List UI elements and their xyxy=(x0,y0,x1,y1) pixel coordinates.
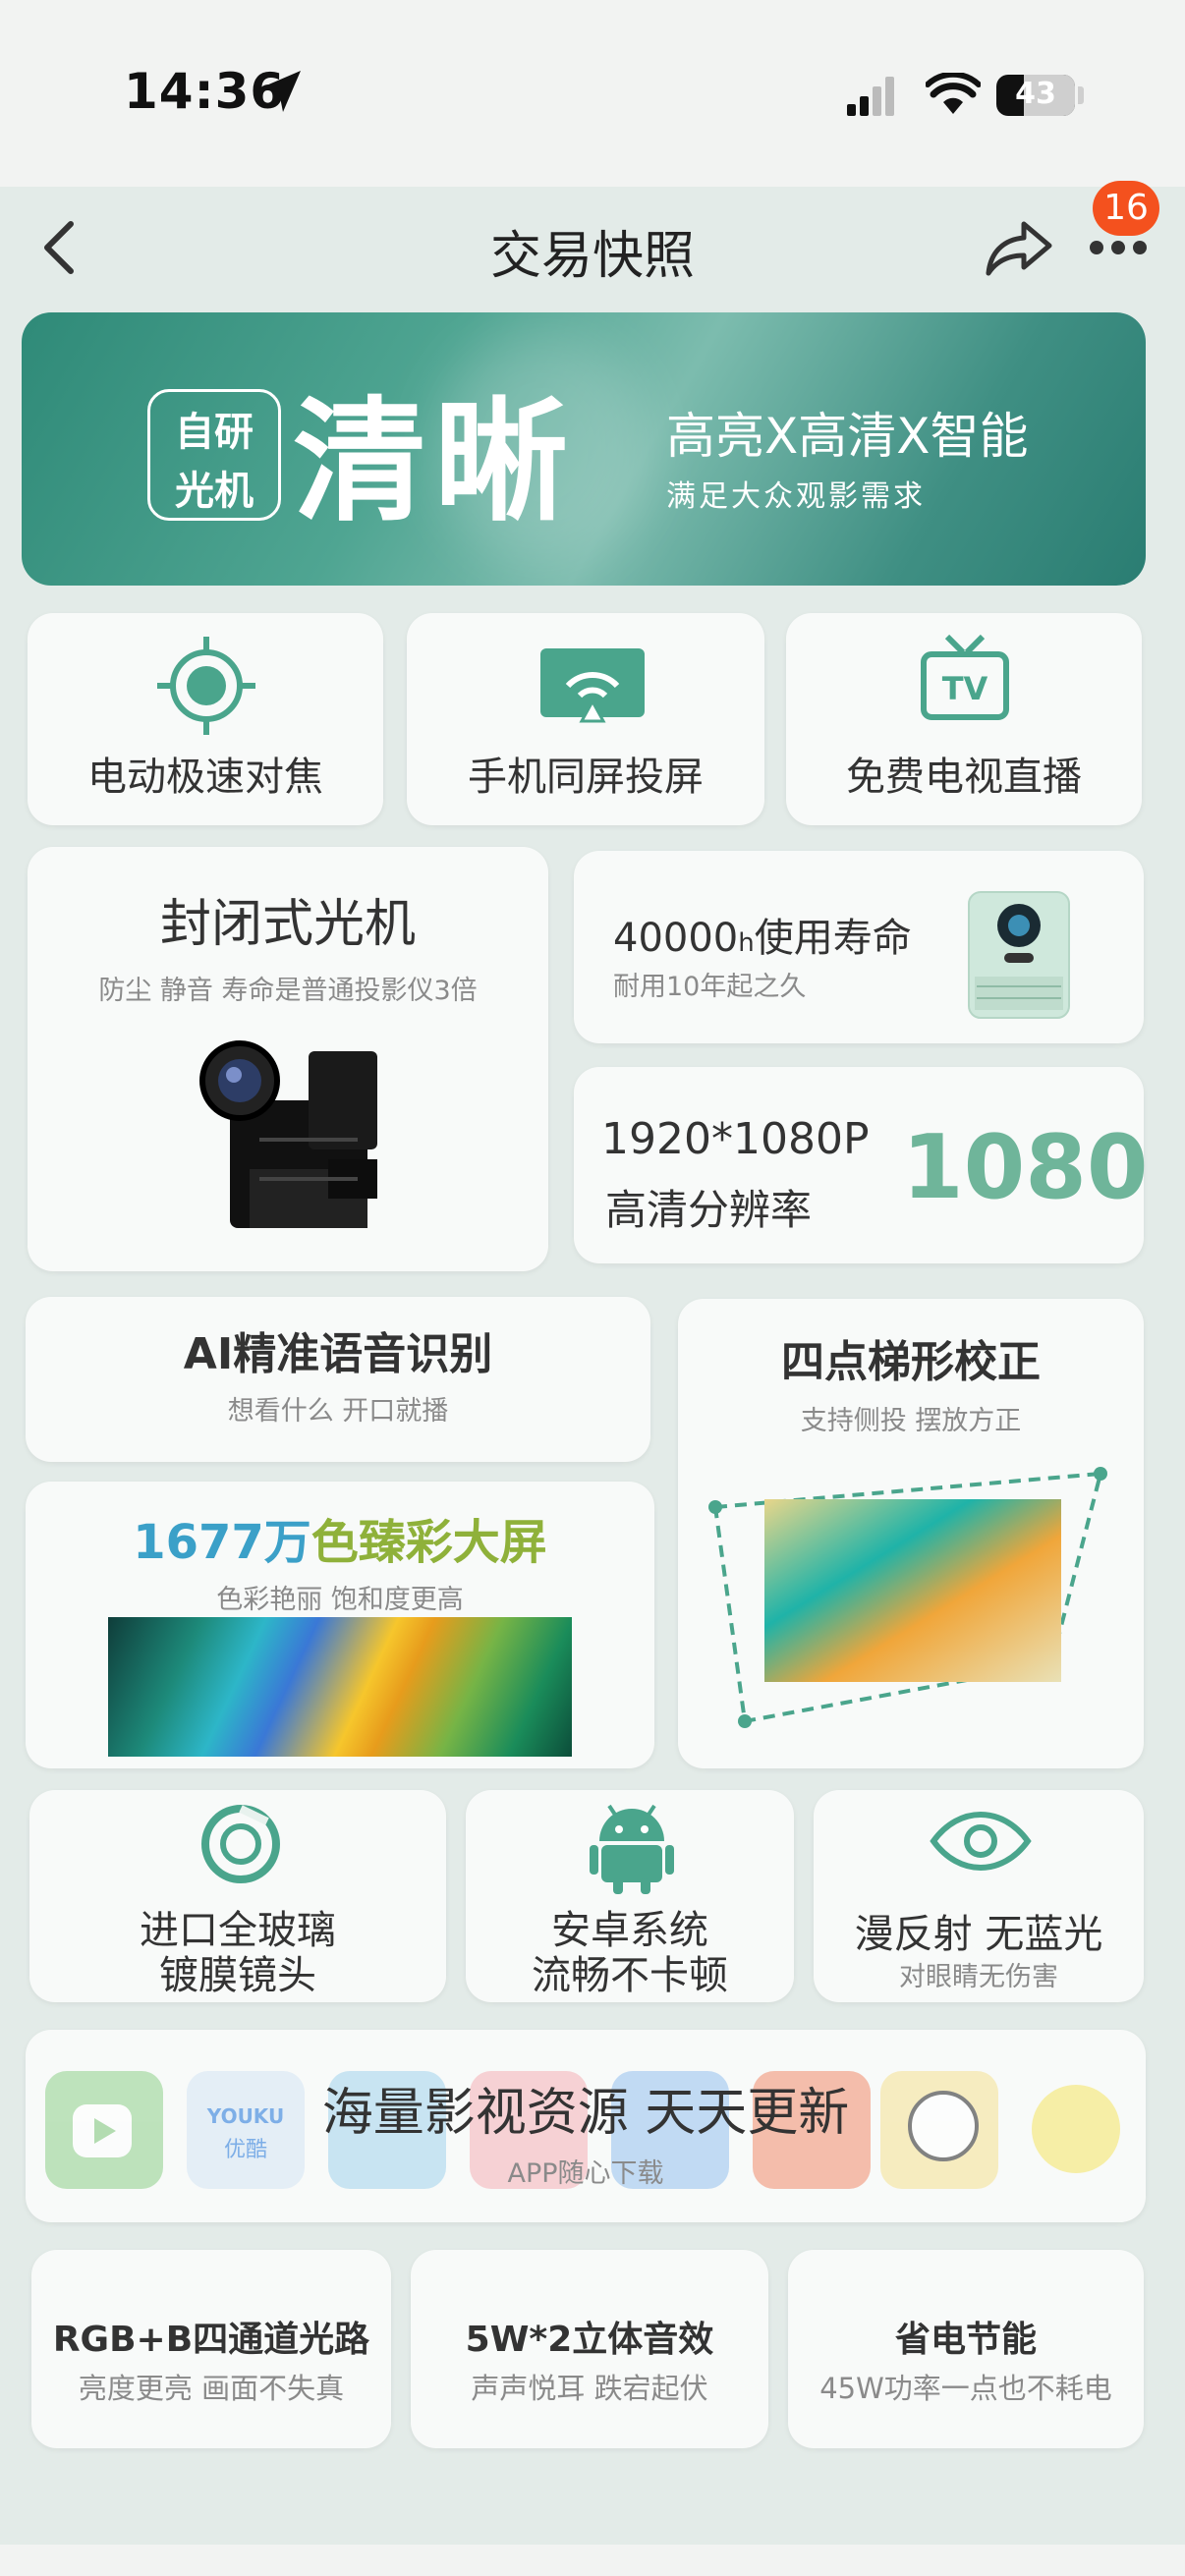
sealed-optic-card[interactable]: 封闭式光机 防尘 静音 寿命是普通投影仪3倍 xyxy=(28,847,548,1271)
keystone-card[interactable]: 四点梯形校正 支持侧投 摆放方正 xyxy=(678,1299,1144,1768)
resolution-card[interactable]: 1920*1080P 高清分辨率 1080 xyxy=(574,1067,1149,1263)
hero-tag: 自研 光机 xyxy=(147,389,281,521)
resources-card[interactable]: YOUKU 优酷 海量影视资源 天天更新 APP随心下载 xyxy=(26,2030,1146,2222)
notification-badge: 16 xyxy=(1093,181,1159,236)
android-card[interactable]: 安卓系统 流畅不卡顿 xyxy=(466,1790,794,2002)
rgb-subtitle: 亮度更亮 画面不失真 xyxy=(78,2372,345,2405)
power-subtitle: 45W功率一点也不耗电 xyxy=(819,2372,1112,2405)
lens-line2: 镀膜镜头 xyxy=(159,1953,316,1998)
svg-text:TV: TV xyxy=(942,670,988,707)
voice-subtitle: 想看什么 开口就播 xyxy=(227,1396,449,1427)
android-icon xyxy=(590,1804,674,1894)
resources-subtitle: APP随心下载 xyxy=(507,2158,664,2189)
keystone-subtitle: 支持侧投 摆放方正 xyxy=(800,1406,1022,1436)
eye-care-line2: 对眼睛无伤害 xyxy=(899,1962,1058,1992)
projector-image xyxy=(968,891,1070,1019)
feature-label: 手机同屏投屏 xyxy=(468,755,704,800)
voice-title: AI精准语音识别 xyxy=(183,1329,493,1379)
resolution-line1: 1920*1080P xyxy=(601,1114,870,1164)
hero-subtag: 满足大众观影需求 xyxy=(666,479,926,514)
audio-title: 5W*2立体音效 xyxy=(465,2320,714,2360)
rgb-card[interactable]: RGB+B四通道光路 亮度更亮 画面不失真 xyxy=(31,2250,391,2448)
hero-tagline: 高亮X高清X智能 xyxy=(666,408,1029,465)
lens-icon xyxy=(201,1805,280,1883)
lifespan-card[interactable]: 40000h使用寿命 耐用10年起之久 xyxy=(574,851,1144,1043)
more-dots-icon[interactable] xyxy=(1087,238,1150,257)
power-card[interactable]: 省电节能 45W功率一点也不耗电 xyxy=(788,2250,1144,2448)
feature-label: 免费电视直播 xyxy=(846,755,1082,800)
screen-cast-icon xyxy=(540,648,645,723)
lifespan-subtitle: 耐用10年起之久 xyxy=(613,972,807,1002)
eye-icon xyxy=(930,1812,1032,1871)
tv-icon: TV xyxy=(921,634,1009,720)
color-subtitle: 色彩艳丽 饱和度更高 xyxy=(216,1585,464,1615)
hero-headline: 清晰 xyxy=(293,385,576,540)
android-line2: 流畅不卡顿 xyxy=(532,1953,728,1998)
feature-card-cast[interactable]: 手机同屏投屏 xyxy=(407,613,764,825)
bottom-strip xyxy=(0,2545,1185,2576)
lifespan-title: 40000h使用寿命 xyxy=(613,916,912,961)
eye-care-card[interactable]: 漫反射 无蓝光 对眼睛无伤害 xyxy=(814,1790,1144,2002)
battery-cap xyxy=(1078,86,1084,104)
color-title: 1677万色臻彩大屏 xyxy=(133,1515,547,1570)
sealed-subtitle: 防尘 静音 寿命是普通投影仪3倍 xyxy=(98,976,478,1006)
audio-card[interactable]: 5W*2立体音效 声声悦耳 跌宕起伏 xyxy=(411,2250,768,2448)
crosshair-focus-icon xyxy=(157,637,255,735)
resolution-line2: 高清分辨率 xyxy=(605,1186,813,1234)
resources-title: 海量影视资源 天天更新 xyxy=(321,2084,850,2143)
keystone-title: 四点梯形校正 xyxy=(781,1337,1041,1387)
resolution-big-number: 1080 xyxy=(902,1116,1149,1219)
keystone-correction-diagram xyxy=(708,1467,1107,1728)
audio-subtitle: 声声悦耳 跌宕起伏 xyxy=(471,2372,708,2405)
sealed-title: 封闭式光机 xyxy=(159,895,416,954)
power-title: 省电节能 xyxy=(894,2320,1037,2360)
share-icon[interactable] xyxy=(985,218,1053,277)
battery-icon: 43 xyxy=(996,75,1075,116)
hero-banner: 自研 光机 清晰 高亮X高清X智能 满足大众观影需求 xyxy=(22,312,1146,586)
color-card[interactable]: 1677万色臻彩大屏 色彩艳丽 饱和度更高 xyxy=(26,1482,654,1768)
feature-card-focus[interactable]: 电动极速对焦 xyxy=(28,613,383,825)
voice-card[interactable]: AI精准语音识别 想看什么 开口就播 xyxy=(26,1297,650,1462)
eye-care-line1: 漫反射 无蓝光 xyxy=(854,1912,1103,1957)
location-arrow-icon xyxy=(259,71,301,112)
rgb-title: RGB+B四通道光路 xyxy=(52,2320,370,2360)
cellular-signal-icon xyxy=(847,77,894,116)
optical-engine-image xyxy=(199,1040,377,1228)
wifi-icon xyxy=(926,73,981,114)
feature-label: 电动极速对焦 xyxy=(87,755,323,800)
lens-card[interactable]: 进口全玻璃 镀膜镜头 xyxy=(29,1790,446,2002)
feature-card-tv[interactable]: TV 免费电视直播 xyxy=(786,613,1142,825)
color-screen-image xyxy=(108,1617,572,1757)
